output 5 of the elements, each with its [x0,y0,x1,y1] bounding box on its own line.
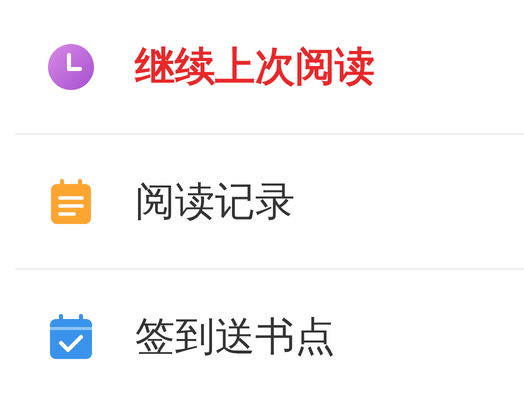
menu-item[interactable]: 签到送书点 [135,309,335,364]
menu-item[interactable]: 继续上次阅读 [135,39,375,94]
clock-icon [47,42,95,90]
calendar-check-icon [47,312,95,360]
menu-item[interactable]: 阅读记录 [135,174,295,229]
